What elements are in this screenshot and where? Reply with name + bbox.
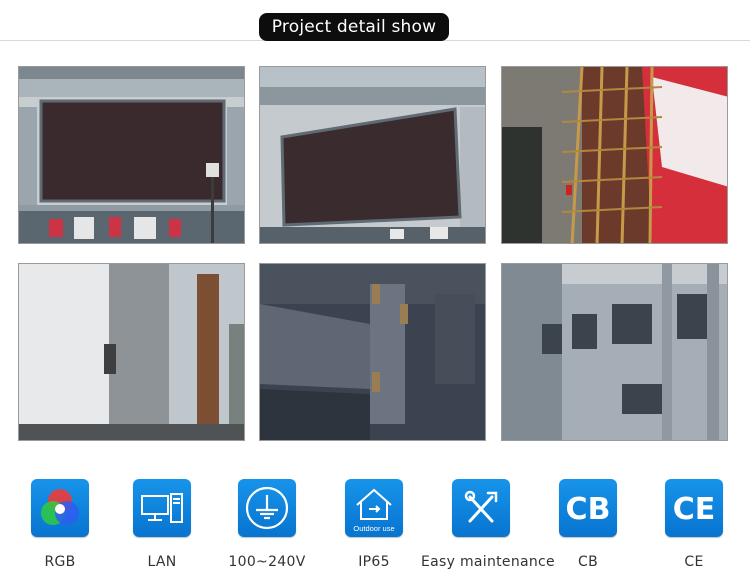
feature-lan: LAN: [102, 478, 222, 577]
photo-cabinet-mounting-frame: [501, 263, 728, 441]
feature-label-ce: CE: [684, 554, 704, 570]
photo-screen-back-structure: [18, 263, 245, 441]
page-title: Project detail show: [259, 13, 449, 41]
feature-label-voltage: 100~240V: [228, 554, 306, 570]
photo-steel-bracket-bolts: [259, 263, 486, 441]
feature-label-cb: CB: [578, 554, 598, 570]
feature-label-lan: LAN: [147, 554, 177, 570]
ground-power-icon: [238, 479, 296, 537]
ce-mark-icon: CE: [665, 479, 723, 537]
feature-ip65: Outdoor use IP65: [314, 478, 434, 577]
outdoor-house-icon: Outdoor use: [345, 479, 403, 537]
tools-icon: [452, 479, 510, 537]
cb-mark-icon: CB: [559, 479, 617, 537]
outdoor-use-text: Outdoor use: [353, 524, 394, 533]
lan-computer-icon: [133, 479, 191, 537]
feature-icons-row: RGB LAN 100~240V Outdoor use IP65 Easy m…: [0, 478, 750, 577]
cb-mark-text: CB: [566, 492, 611, 527]
rgb-icon: [31, 479, 89, 537]
feature-label-easy-maintenance: Easy maintenance: [421, 554, 555, 570]
photo-building-led-screen-front: [18, 66, 245, 244]
feature-voltage: 100~240V: [207, 478, 327, 577]
feature-ce: CE CE: [634, 478, 750, 577]
feature-label-ip65: IP65: [358, 554, 390, 570]
feature-cb: CB CB: [528, 478, 648, 577]
photo-building-led-screen-angle: [259, 66, 486, 244]
feature-easy-maintenance: Easy maintenance: [421, 478, 555, 577]
photo-scaffolding-installation: [501, 66, 728, 244]
ce-mark-text: CE: [673, 492, 716, 527]
